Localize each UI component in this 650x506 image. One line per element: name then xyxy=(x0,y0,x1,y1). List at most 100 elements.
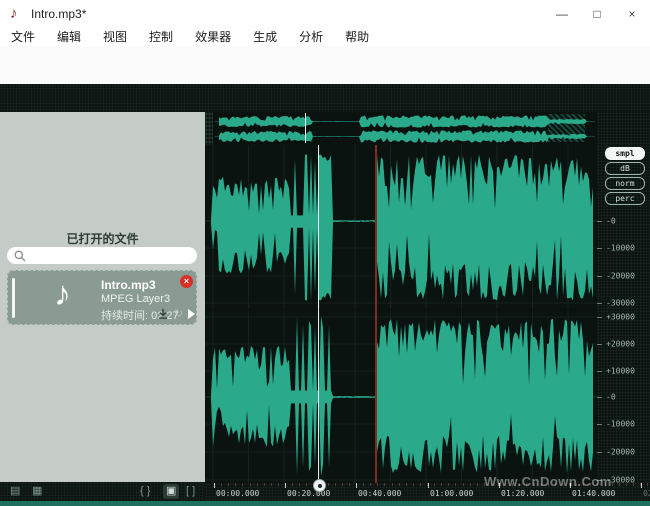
search-box[interactable] xyxy=(7,247,197,264)
axis-label: -10000 xyxy=(606,420,635,429)
ruler-minor-tick xyxy=(441,483,442,486)
red-marker-line[interactable] xyxy=(375,145,377,483)
ruler-label: 01:00.000 xyxy=(430,489,473,498)
search-icon xyxy=(13,249,27,263)
ruler-minor-tick xyxy=(413,483,414,486)
menu-item-3[interactable]: 控制 xyxy=(138,28,184,46)
axis-tick xyxy=(597,303,602,304)
ruler-major-tick xyxy=(641,483,642,488)
ruler-minor-tick xyxy=(455,483,456,486)
window-bottom-strip xyxy=(0,501,650,506)
ruler-major-tick xyxy=(356,483,357,488)
scale-button-dB[interactable]: dB xyxy=(605,162,645,175)
menu-item-7[interactable]: 帮助 xyxy=(334,28,380,46)
menu-item-2[interactable]: 视图 xyxy=(92,28,138,46)
ruler-label: 00:40.000 xyxy=(358,489,401,498)
ruler-minor-tick xyxy=(335,483,336,486)
brackets-view-icon[interactable]: [ ] xyxy=(186,484,195,499)
axis-label: +30000 xyxy=(606,313,635,322)
ruler-major-tick xyxy=(214,483,215,488)
close-file-button[interactable]: × xyxy=(180,275,193,288)
axis-label: -30000 xyxy=(606,299,635,308)
overview-playhead[interactable] xyxy=(305,113,306,143)
search-input[interactable] xyxy=(30,249,194,263)
file-loop-icon[interactable]: ↻ xyxy=(174,307,183,320)
ruler-minor-tick xyxy=(370,483,371,486)
ruler-minor-tick xyxy=(434,483,435,486)
file-note-icon: ♪ xyxy=(54,275,71,314)
ruler-major-tick xyxy=(285,483,286,488)
ruler-minor-tick xyxy=(384,483,385,486)
ruler-minor-tick xyxy=(299,483,300,486)
menu-item-6[interactable]: 分析 xyxy=(288,28,334,46)
menu-item-5[interactable]: 生成 xyxy=(242,28,288,46)
ruler-minor-tick xyxy=(626,483,627,486)
ruler-minor-tick xyxy=(221,483,222,486)
edit-toolbar: ♪ xyxy=(0,84,650,112)
menu-item-4[interactable]: 效果器 xyxy=(184,28,242,46)
axis-label: -20000 xyxy=(606,272,635,281)
app-window: ♪ Intro.mp3* —□× 文件编辑视图控制效果器生成分析帮助 xyxy=(0,0,650,506)
braces-view-icon[interactable]: { } xyxy=(140,484,150,499)
axis-label: +20000 xyxy=(606,340,635,349)
ruler-minor-tick xyxy=(342,483,343,486)
scale-button-smpl[interactable]: smpl xyxy=(605,147,645,160)
axis-label: +10000 xyxy=(606,367,635,376)
axis-label: -20000 xyxy=(606,448,635,457)
scale-button-norm[interactable]: norm xyxy=(605,177,645,190)
ruler-label: 01:40.000 xyxy=(572,489,615,498)
axis-tick xyxy=(597,276,602,277)
axis-label: -0 xyxy=(606,217,616,226)
ruler-minor-tick xyxy=(470,483,471,486)
ruler-major-tick xyxy=(428,483,429,488)
ruler-minor-tick xyxy=(477,483,478,486)
ruler-label: 00:20.000 xyxy=(287,489,330,498)
ruler-minor-tick xyxy=(399,483,400,486)
watermark-text: Www.CnDown.Com xyxy=(484,474,612,489)
axis-label: -0 xyxy=(606,393,616,402)
axis-tick xyxy=(597,344,602,345)
menu-bar: 文件编辑视图控制效果器生成分析帮助 xyxy=(0,28,650,46)
playhead-line[interactable] xyxy=(318,145,319,483)
ruler-minor-tick xyxy=(633,483,634,486)
waveform-area[interactable]: smpl dB norm perc -0 -10000 -20000 -30000 +30000… xyxy=(205,112,650,483)
ruler-minor-tick xyxy=(363,483,364,486)
overview-waveform[interactable] xyxy=(213,113,597,144)
transport-toolbar: i 44.1 kHz stereo -0000:00:54.460 xyxy=(0,46,650,85)
close-button[interactable]: × xyxy=(615,0,649,28)
file-format: MPEG Layer3 xyxy=(101,293,170,305)
file-card[interactable]: ♪ Intro.mp3 MPEG Layer3 持续时间: 02:27 × ↻ xyxy=(7,270,197,325)
ruler-minor-tick xyxy=(306,483,307,486)
scale-button-perc[interactable]: perc xyxy=(605,192,645,205)
minimize-button[interactable]: — xyxy=(545,0,579,28)
ruler-minor-tick xyxy=(271,483,272,486)
file-name: Intro.mp3 xyxy=(101,278,156,292)
sidebar-header: 已打开的文件 xyxy=(0,230,205,247)
ruler-minor-tick xyxy=(406,483,407,486)
axis-tick xyxy=(597,424,602,425)
title-bar: ♪ Intro.mp3* —□× xyxy=(0,0,650,29)
ruler-minor-tick xyxy=(257,483,258,486)
clip-list-icon[interactable]: ▦ xyxy=(32,484,42,499)
ruler-minor-tick xyxy=(463,483,464,486)
file-list-icon[interactable]: ▤ xyxy=(10,484,20,499)
bottom-status-bar: ▤ ▦ { } ▣ [ ] xyxy=(0,482,205,501)
ruler-minor-tick xyxy=(264,483,265,486)
file-play-icon[interactable] xyxy=(188,309,195,319)
ruler-minor-tick xyxy=(619,483,620,486)
axis-tick xyxy=(597,317,602,318)
ruler-minor-tick xyxy=(647,483,648,486)
axis-label: -10000 xyxy=(606,244,635,253)
ruler-minor-tick xyxy=(377,483,378,486)
download-icon[interactable] xyxy=(156,307,170,321)
menu-item-1[interactable]: 编辑 xyxy=(46,28,92,46)
preview-panel-icon[interactable]: ▣ xyxy=(163,484,179,499)
main-waveform[interactable] xyxy=(205,145,597,483)
axis-tick xyxy=(597,371,602,372)
menu-item-0[interactable]: 文件 xyxy=(0,28,46,46)
maximize-button[interactable]: □ xyxy=(580,0,614,28)
ruler-minor-tick xyxy=(448,483,449,486)
ruler-minor-tick xyxy=(420,483,421,486)
amplitude-axis[interactable]: smpl dB norm perc -0 -10000 -20000 -30000 +30000… xyxy=(597,112,650,483)
playhead-pin[interactable] xyxy=(313,479,326,492)
